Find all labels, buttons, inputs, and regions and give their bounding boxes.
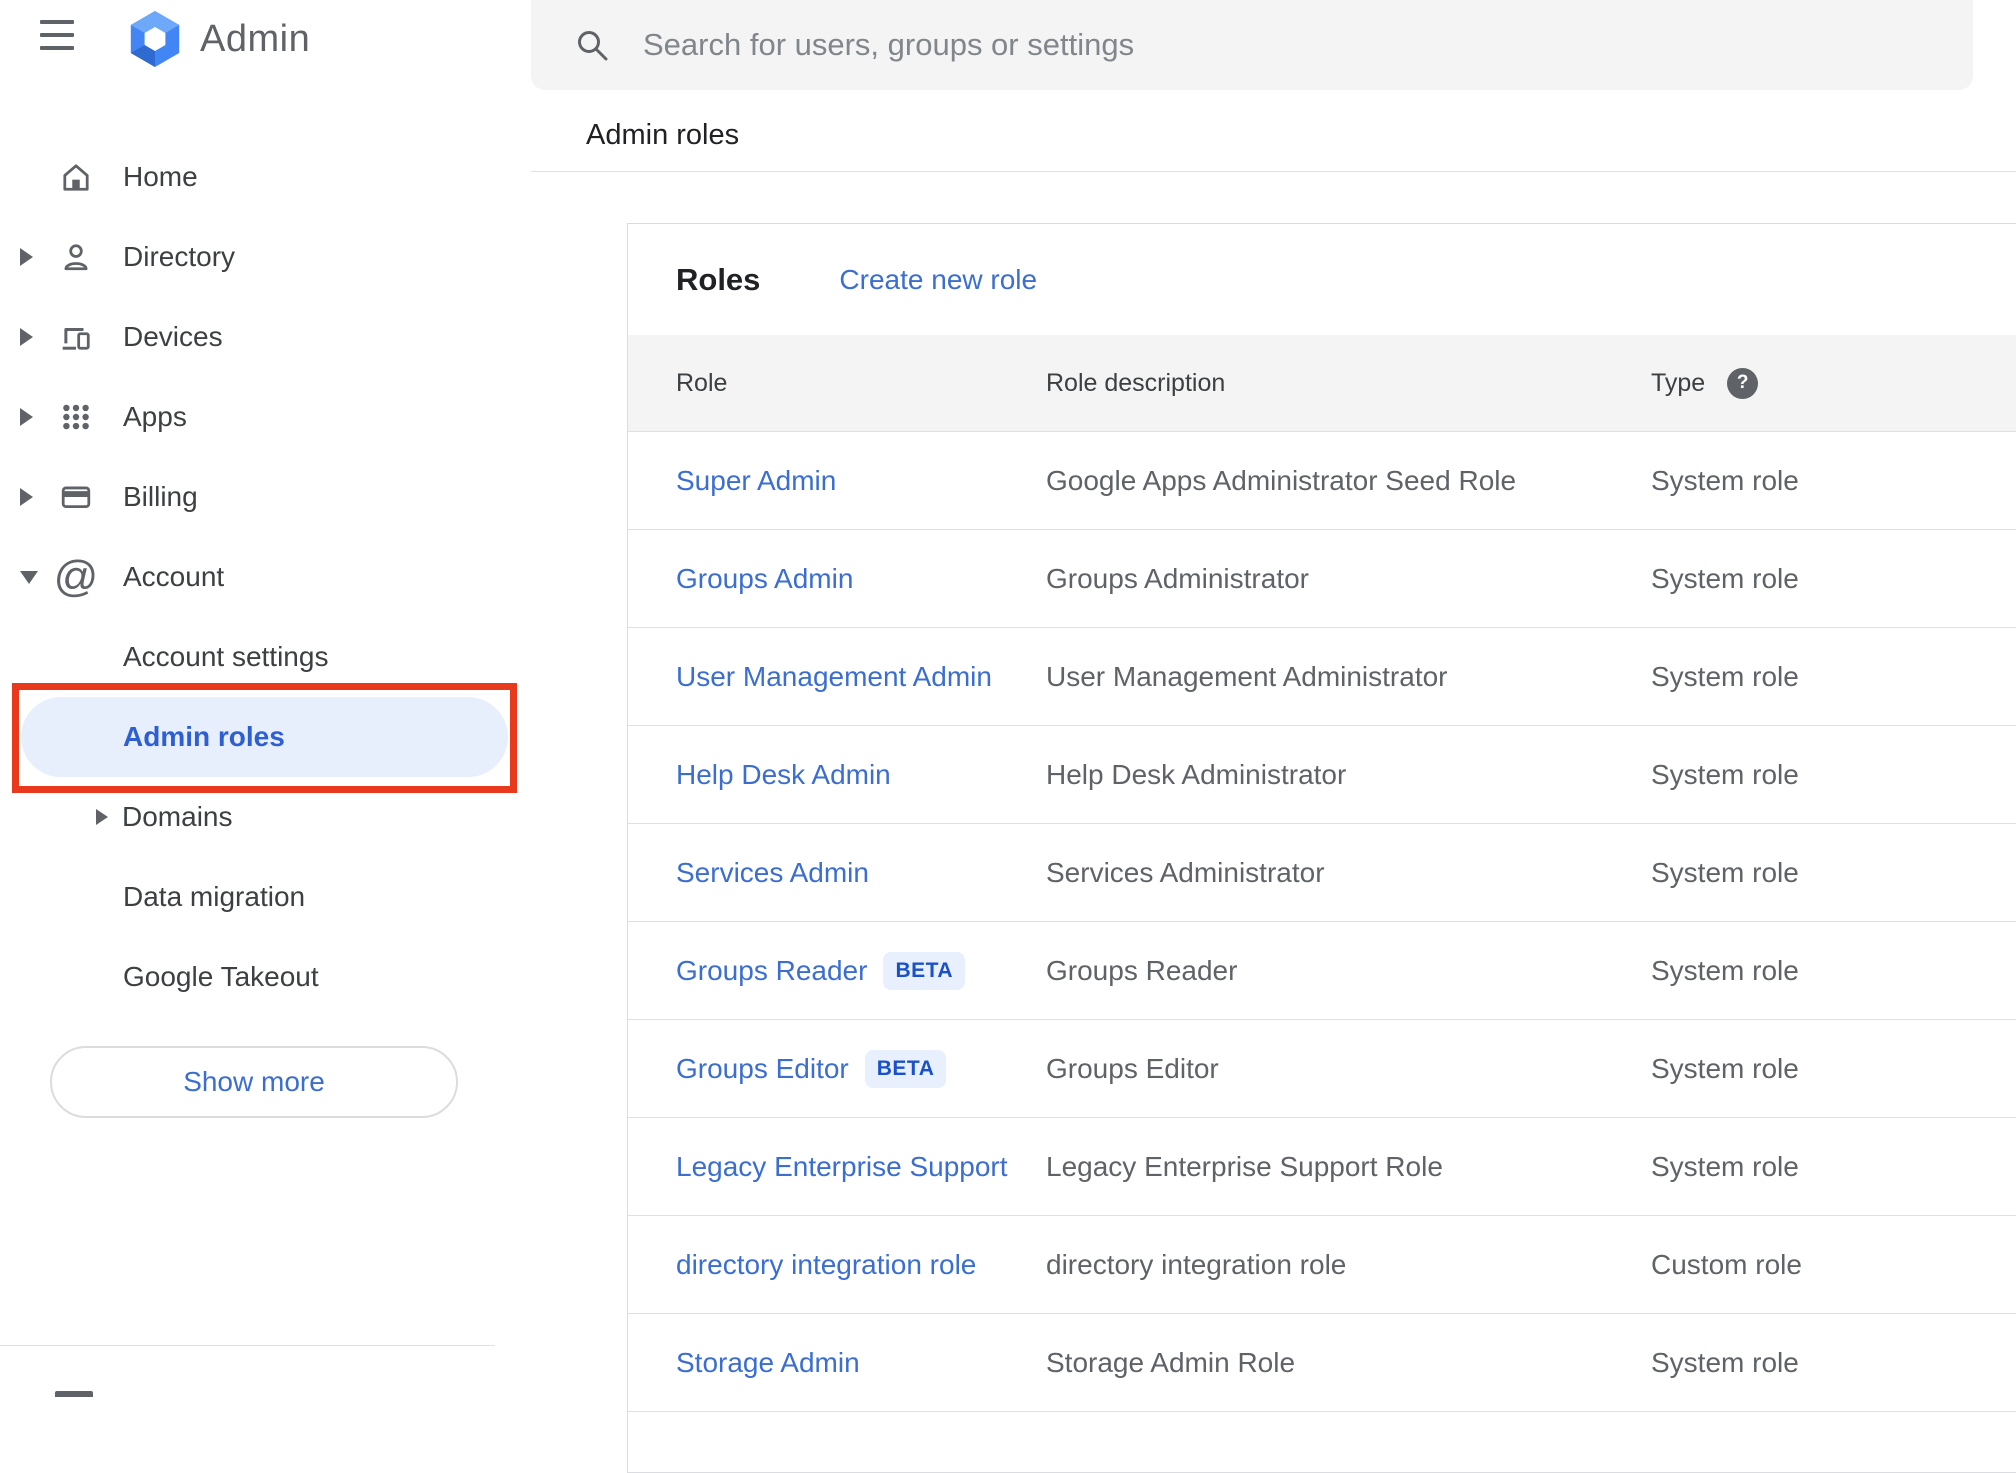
role-description: Services Administrator [1046, 856, 1325, 888]
role-description: Groups Administrator [1046, 562, 1309, 594]
role-type: System role [1651, 464, 1799, 496]
home-icon [58, 162, 94, 192]
sidebar-subitem-label: Domains [122, 801, 233, 832]
table-row: directory integration role directory int… [628, 1216, 2016, 1314]
show-more-button[interactable]: Show more [50, 1046, 458, 1118]
sidebar-item-billing[interactable]: Billing [0, 457, 531, 537]
sidebar-item-label: Billing [123, 481, 198, 512]
sidebar-divider [0, 1345, 495, 1346]
role-description: User Management Administrator [1046, 660, 1448, 692]
sidebar-item-account-settings[interactable]: Account settings [0, 617, 531, 697]
role-description: directory integration role [1046, 1248, 1347, 1280]
sidebar-item-label: Account [123, 561, 225, 592]
sidebar-subitem-label: Data migration [123, 881, 306, 912]
admin-logo-hexagon-icon [130, 11, 180, 67]
breadcrumb: Admin roles [586, 119, 740, 151]
role-type: System role [1651, 562, 1799, 594]
logo-product-name: Admin [200, 17, 311, 60]
role-description: Google Apps Administrator Seed Role [1046, 464, 1517, 496]
role-type: System role [1651, 1346, 1799, 1378]
clipped-sidebar-icon [55, 1391, 93, 1397]
person-icon [58, 242, 94, 272]
sidebar-item-data-migration[interactable]: Data migration [0, 857, 531, 937]
column-header-type: Type [1651, 368, 1706, 397]
role-link[interactable]: User Management Admin [676, 661, 992, 693]
column-header-role-description: Role description [1046, 368, 1226, 397]
table-row: Services Admin Services Administrator Sy… [628, 824, 2016, 922]
role-link[interactable]: Super Admin [676, 465, 836, 497]
role-link[interactable]: Groups Reader [676, 955, 867, 987]
role-description: Groups Editor [1046, 1052, 1219, 1084]
role-link[interactable]: Groups Editor [676, 1053, 849, 1085]
sidebar-item-label: Devices [123, 321, 223, 352]
sidebar: Home Directory Devices Apps Billing @ Ac… [0, 137, 531, 1017]
search-icon [578, 31, 608, 61]
sidebar-item-label: Directory [123, 241, 236, 272]
sidebar-item-google-takeout[interactable]: Google Takeout [0, 937, 531, 1017]
table-row: Groups Admin Groups Administrator System… [628, 530, 2016, 628]
menu-icon[interactable] [40, 20, 74, 50]
table-row: Groups Reader BETA Groups Reader System … [628, 922, 2016, 1020]
admin-logo: Admin [127, 9, 310, 69]
chevron-right-icon[interactable] [20, 248, 33, 266]
credit-card-icon [58, 482, 94, 512]
table-row: Super Admin Google Apps Administrator Se… [628, 432, 2016, 530]
role-link[interactable]: Services Admin [676, 857, 869, 889]
at-sign-icon: @ [53, 552, 99, 601]
search-input[interactable]: Search for users, groups or settings [531, 0, 1973, 90]
role-type: System role [1651, 660, 1799, 692]
devices-icon [58, 322, 94, 352]
sidebar-item-label: Apps [123, 401, 187, 432]
sidebar-item-domains[interactable]: Domains [0, 777, 531, 857]
table-row: Help Desk Admin Help Desk Administrator … [628, 726, 2016, 824]
help-icon[interactable]: ? [1727, 367, 1759, 399]
chevron-down-icon[interactable] [20, 570, 38, 584]
role-type: System role [1651, 856, 1799, 888]
header-divider [531, 171, 2016, 172]
table-row: Legacy Enterprise Support Legacy Enterpr… [628, 1118, 2016, 1216]
table-row: User Management Admin User Management Ad… [628, 628, 2016, 726]
table-header-row: Role Role description Type ? [628, 335, 2016, 432]
panel-title: Roles [676, 261, 761, 297]
role-type: System role [1651, 954, 1799, 986]
role-description: Groups Reader [1046, 954, 1238, 986]
sidebar-item-devices[interactable]: Devices [0, 297, 531, 377]
sidebar-item-directory[interactable]: Directory [0, 217, 531, 297]
role-type: System role [1651, 758, 1799, 790]
apps-grid-icon [58, 402, 94, 432]
beta-badge: BETA [883, 951, 966, 990]
role-type: System role [1651, 1052, 1799, 1084]
table-row: Storage Admin Storage Admin Role System … [628, 1314, 2016, 1412]
roles-panel-header: Roles Create new role [628, 224, 2016, 335]
create-new-role-link[interactable]: Create new role [839, 264, 1037, 296]
beta-badge: BETA [864, 1049, 947, 1088]
roles-panel: Roles Create new role Role Role descript… [627, 223, 2016, 1473]
chevron-right-icon[interactable] [20, 488, 33, 506]
role-link[interactable]: directory integration role [676, 1249, 976, 1281]
sidebar-item-apps[interactable]: Apps [0, 377, 531, 457]
role-type: System role [1651, 1150, 1799, 1182]
sidebar-item-account[interactable]: @ Account [0, 537, 531, 617]
sidebar-item-admin-roles-selected[interactable]: Admin roles [21, 697, 508, 777]
role-type: Custom role [1651, 1248, 1802, 1280]
role-description: Storage Admin Role [1046, 1346, 1296, 1378]
role-link[interactable]: Storage Admin [676, 1347, 860, 1379]
chevron-right-icon[interactable] [20, 328, 33, 346]
role-link[interactable]: Groups Admin [676, 563, 853, 595]
role-description: Help Desk Administrator [1046, 758, 1347, 790]
role-link[interactable]: Legacy Enterprise Support [676, 1151, 1008, 1183]
table-row: Groups Editor BETA Groups Editor System … [628, 1020, 2016, 1118]
sidebar-subitem-label: Admin roles [123, 721, 285, 752]
role-link[interactable]: Help Desk Admin [676, 759, 891, 791]
sidebar-item-label: Home [123, 161, 198, 192]
chevron-right-icon[interactable] [96, 809, 108, 825]
search-placeholder: Search for users, groups or settings [643, 27, 1135, 62]
chevron-right-icon[interactable] [20, 408, 33, 426]
sidebar-subitem-label: Google Takeout [123, 961, 319, 992]
sidebar-item-home[interactable]: Home [0, 137, 531, 217]
sidebar-subitem-label: Account settings [123, 641, 329, 672]
column-header-role: Role [676, 368, 728, 397]
role-description: Legacy Enterprise Support Role [1046, 1150, 1443, 1182]
